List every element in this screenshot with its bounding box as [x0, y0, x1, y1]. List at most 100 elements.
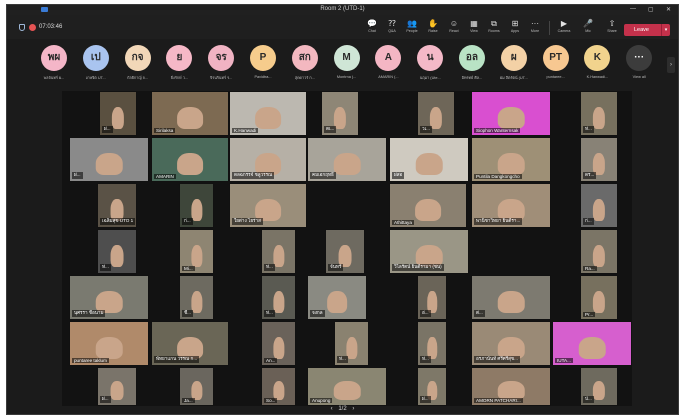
- video-tile[interactable]: ใยต่าง ไยร่าส: [229, 183, 307, 228]
- video-tile[interactable]: Siophon Wanternsak: [471, 91, 551, 136]
- tile-name-label: คมเอกฤทธิ์: [310, 172, 336, 179]
- minimize-button[interactable]: —: [630, 6, 636, 12]
- video-tile[interactable]: ห่...: [334, 321, 369, 366]
- video-tile[interactable]: อรภานันท์ ศรีศรีสุข...: [471, 321, 551, 366]
- participant-chip[interactable]: กจ กัลยิกาญ์ จ...: [118, 45, 158, 85]
- video-tile[interactable]: Puntila Dangkongcho: [471, 137, 551, 182]
- prev-page-button[interactable]: ‹: [331, 406, 333, 412]
- video-tile[interactable]: ตเ...: [321, 91, 359, 136]
- participant-chip[interactable]: A AMARIN (...: [368, 45, 408, 85]
- participant-chip[interactable]: M Montrna (...: [327, 45, 367, 85]
- participant-chip[interactable]: PT puntaree...: [536, 45, 576, 85]
- close-button[interactable]: ✕: [666, 6, 671, 13]
- video-tile[interactable]: ชื่...: [179, 275, 214, 320]
- video-tile[interactable]: ผ่...: [69, 137, 149, 182]
- video-tile[interactable]: นุศรรา ชื่อนาม: [69, 275, 149, 320]
- video-tile[interactable]: ต่...: [471, 275, 551, 320]
- mic-button[interactable]: 🎤 Mic: [579, 18, 597, 38]
- participant-video: [177, 106, 203, 129]
- video-tile[interactable]: AMORN PATCHARI...: [471, 367, 551, 406]
- video-tile[interactable]: วิไลรัตน์ ยินดีรามา (ชน): [389, 229, 469, 274]
- video-tile[interactable]: ผ่...: [417, 367, 447, 406]
- video-tile[interactable]: Anupong: [307, 367, 387, 406]
- tile-name-label: Ja...: [182, 398, 195, 403]
- video-tile[interactable]: IUTA...: [552, 321, 632, 366]
- video-tile[interactable]: อ่...: [417, 275, 447, 320]
- participant-chip[interactable]: ยยิ่งรักษ์ ว...: [159, 45, 199, 85]
- video-tile[interactable]: puntaree taklum: [69, 321, 149, 366]
- apps-button[interactable]: ⊞ Apps: [506, 18, 524, 38]
- video-tile[interactable]: ห่...: [261, 229, 296, 274]
- participant-chip[interactable]: K K.Hanwadi...: [577, 45, 617, 85]
- participant-video: [592, 244, 606, 267]
- tile-name-label: ป่...: [583, 396, 594, 403]
- video-tile[interactable]: พัทยาแกน วรรณ ก...: [151, 321, 229, 366]
- video-tile[interactable]: So...: [261, 367, 296, 406]
- qa-button[interactable]: ⁇ Q&A: [383, 18, 401, 38]
- camera-button[interactable]: ▶ Camera: [555, 18, 573, 38]
- participant-chip[interactable]: นนฤมา (Ute...: [410, 45, 450, 85]
- view-button[interactable]: ▦ View: [465, 18, 483, 38]
- video-tile[interactable]: วเ...: [417, 91, 455, 136]
- chevron-right-icon[interactable]: ›: [667, 57, 675, 73]
- video-tile[interactable]: AMARIN: [151, 137, 229, 182]
- next-page-button[interactable]: ›: [352, 406, 354, 412]
- participant-name: View all: [632, 75, 646, 79]
- tile-name-label: ห่...: [264, 264, 275, 271]
- maximize-button[interactable]: ▢: [648, 6, 654, 13]
- video-tile[interactable]: Athittaya: [389, 183, 467, 228]
- participant-chip[interactable]: P Pavidtra...: [243, 45, 283, 85]
- rooms-button[interactable]: ⧉ Rooms: [485, 18, 503, 38]
- tile-name-label: ผ่...: [100, 396, 111, 403]
- people-button[interactable]: 👥 People: [403, 18, 421, 38]
- video-tile[interactable]: K.Hanwadi: [229, 91, 307, 136]
- participant-chip[interactable]: อล อิทรทย์ ศิล...: [452, 45, 492, 85]
- video-tile[interactable]: ก่...: [179, 183, 214, 228]
- participant-chip[interactable]: จร จิรนรินทร์ ร...: [201, 45, 241, 85]
- video-tile[interactable]: ดร...: [580, 137, 618, 182]
- chevron-down-icon[interactable]: ▾: [661, 24, 670, 36]
- tile-name-label: ผ่...: [420, 396, 431, 403]
- tool-label: Share: [607, 29, 617, 33]
- video-tile[interactable]: An...: [261, 321, 296, 366]
- more-button[interactable]: ··· More: [526, 18, 544, 38]
- video-tile[interactable]: ห่...: [97, 229, 137, 274]
- video-tile[interactable]: จงกล: [307, 275, 367, 320]
- participant-chip[interactable]: สก สุดดาวรั ก...: [285, 45, 325, 85]
- participant-chip[interactable]: เป เกษจิต UT...: [76, 45, 116, 85]
- video-tile[interactable]: Sirilaksa: [151, 91, 229, 136]
- chat-button[interactable]: 💬 Chat: [363, 18, 381, 38]
- participant-chip[interactable]: ผผ่ม สิตรัตน์ (UT...: [494, 45, 534, 85]
- raise-hand-button[interactable]: ✋ Raise: [424, 18, 442, 38]
- video-tile[interactable]: Ja...: [179, 367, 214, 406]
- video-tile[interactable]: ห่...: [261, 275, 296, 320]
- video-tile[interactable]: ผ่สอ: [389, 137, 469, 182]
- video-tile[interactable]: Mi...: [179, 229, 214, 274]
- video-tile[interactable]: ห่...: [417, 321, 447, 366]
- video-tile[interactable]: พานิชาวิทยา ยินดีรา...: [471, 183, 551, 228]
- video-tile[interactable]: ห่...: [580, 91, 618, 136]
- leave-button[interactable]: Leave ▾: [624, 24, 670, 36]
- tool-label: People: [406, 29, 418, 33]
- view-all-button[interactable]: ··· View all: [619, 45, 659, 85]
- react-button[interactable]: ☺ React: [445, 18, 463, 38]
- participant-video: [497, 152, 525, 175]
- video-tile[interactable]: Ra...: [580, 229, 618, 274]
- video-tile[interactable]: ดลฉกรรจ์ ชลูวรรณ: [229, 137, 307, 182]
- video-tile[interactable]: ผ่...: [97, 367, 137, 406]
- participant-video: [95, 152, 123, 175]
- video-tile[interactable]: เฉลิมสุข UTO 1: [97, 183, 137, 228]
- video-tile[interactable]: Pr...: [580, 275, 618, 320]
- recording-icon: [29, 24, 36, 31]
- video-tile[interactable]: ป่...: [580, 367, 618, 406]
- video-tile[interactable]: จันทร์: [325, 229, 365, 274]
- tile-name-label: ดร...: [583, 172, 597, 179]
- title-bar: Room 2 (UTD-1) — ▢ ✕: [7, 5, 678, 15]
- video-tile[interactable]: ผ่...: [99, 91, 137, 136]
- video-tile[interactable]: คมเอกฤทธิ์: [307, 137, 387, 182]
- share-button[interactable]: ⇧ Share: [603, 18, 621, 38]
- video-tile[interactable]: ก่...: [580, 183, 618, 228]
- participant-chip[interactable]: พผ พลจันทร์ ผ...: [34, 45, 74, 85]
- tile-name-label: ต่...: [474, 310, 485, 317]
- participant-video: [333, 152, 361, 175]
